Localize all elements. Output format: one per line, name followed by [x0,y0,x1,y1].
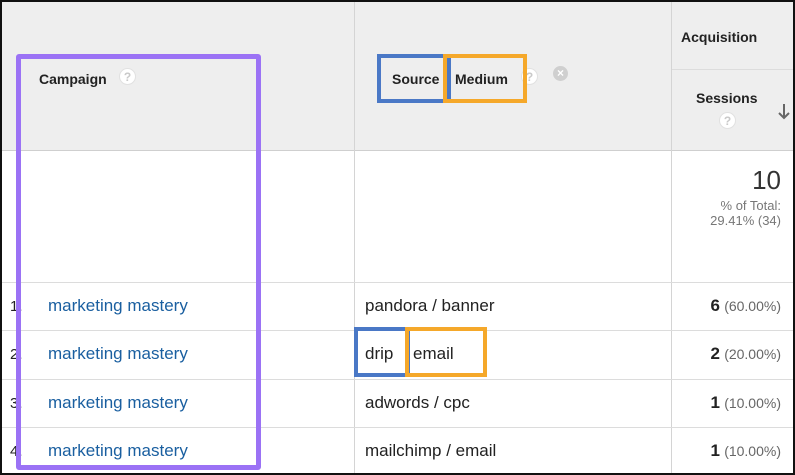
sessions-help-icon[interactable]: ? [719,112,736,129]
sessions-count: 2 [710,344,721,363]
sessions-cell: 2 (20.00%) [711,344,781,364]
source-header-highlight [377,54,451,103]
sessions-count: 1 [710,393,721,412]
percent-of-total-value: 29.41% (34) [710,213,781,228]
sessions-percent: (20.00%) [724,346,781,362]
sessions-column-header[interactable]: Sessions [696,90,757,106]
column-divider [671,2,672,473]
sessions-percent: (60.00%) [724,298,781,314]
sessions-count: 6 [710,296,721,315]
analytics-report-table: Campaign ? Source Medium ? × Acquisition… [0,0,795,475]
sessions-cell: 6 (60.00%) [711,296,781,316]
medium-header-highlight [443,54,527,103]
campaign-column-highlight [16,54,261,470]
source-medium-value[interactable]: pandora / banner [365,296,495,316]
medium-value-highlight [405,327,487,377]
percent-of-total-label: % of Total: [720,198,781,213]
sessions-total-value: 10 [752,165,781,195]
sort-descending-arrow-icon[interactable] [777,103,791,121]
source-medium-value[interactable]: mailchimp / email [365,441,496,461]
remove-dimension-icon[interactable]: × [553,66,568,81]
sessions-cell: 1 (10.00%) [711,441,781,461]
sessions-cell: 1 (10.00%) [711,393,781,413]
source-value-highlight [354,327,410,377]
column-divider [354,2,355,473]
sessions-percent: (10.00%) [724,395,781,411]
acquisition-group-header: Acquisition [681,29,758,45]
sessions-percent: (10.00%) [724,443,781,459]
sessions-total-percent: % of Total: 29.41% (34) [710,198,781,228]
sessions-count: 1 [710,441,721,460]
header-subdivider [672,69,793,70]
source-medium-value[interactable]: adwords / cpc [365,393,470,413]
